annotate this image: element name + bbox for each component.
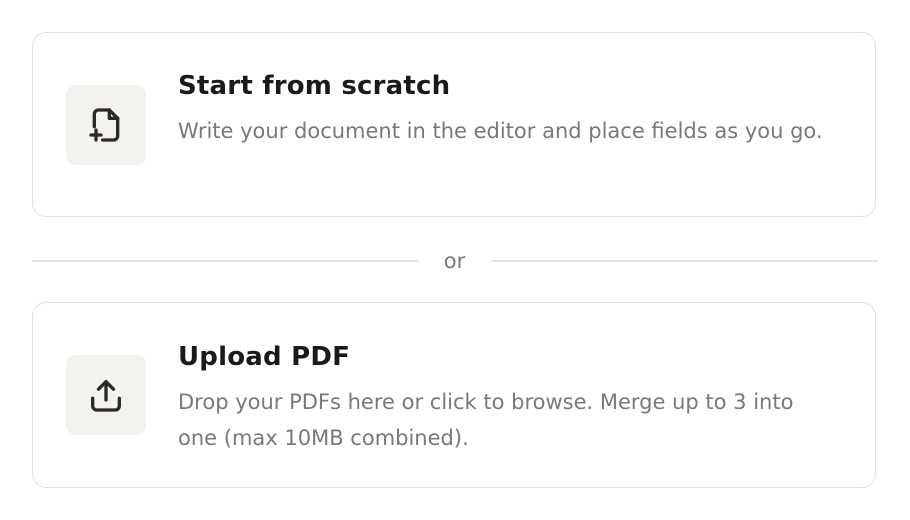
- divider-or-label: or: [443, 249, 466, 273]
- upload-icon: [91, 380, 122, 412]
- divider-line-right: [491, 260, 878, 262]
- upload-pdf-card[interactable]: Upload PDF Drop your PDFs here or click …: [32, 302, 876, 488]
- start-from-scratch-description: Write your document in the editor and pl…: [178, 119, 823, 143]
- start-from-scratch-icon-tile: [66, 85, 146, 165]
- upload-pdf-title: Upload PDF: [178, 342, 351, 372]
- upload-pdf-icon-tile: [66, 355, 146, 435]
- file-plus-icon: [89, 108, 120, 142]
- or-divider: or: [32, 244, 878, 278]
- upload-pdf-description: Drop your PDFs here or click to browse. …: [178, 390, 794, 450]
- start-from-scratch-title: Start from scratch: [178, 71, 451, 101]
- divider-line-left: [32, 260, 418, 262]
- start-from-scratch-card[interactable]: Start from scratch Write your document i…: [32, 32, 876, 217]
